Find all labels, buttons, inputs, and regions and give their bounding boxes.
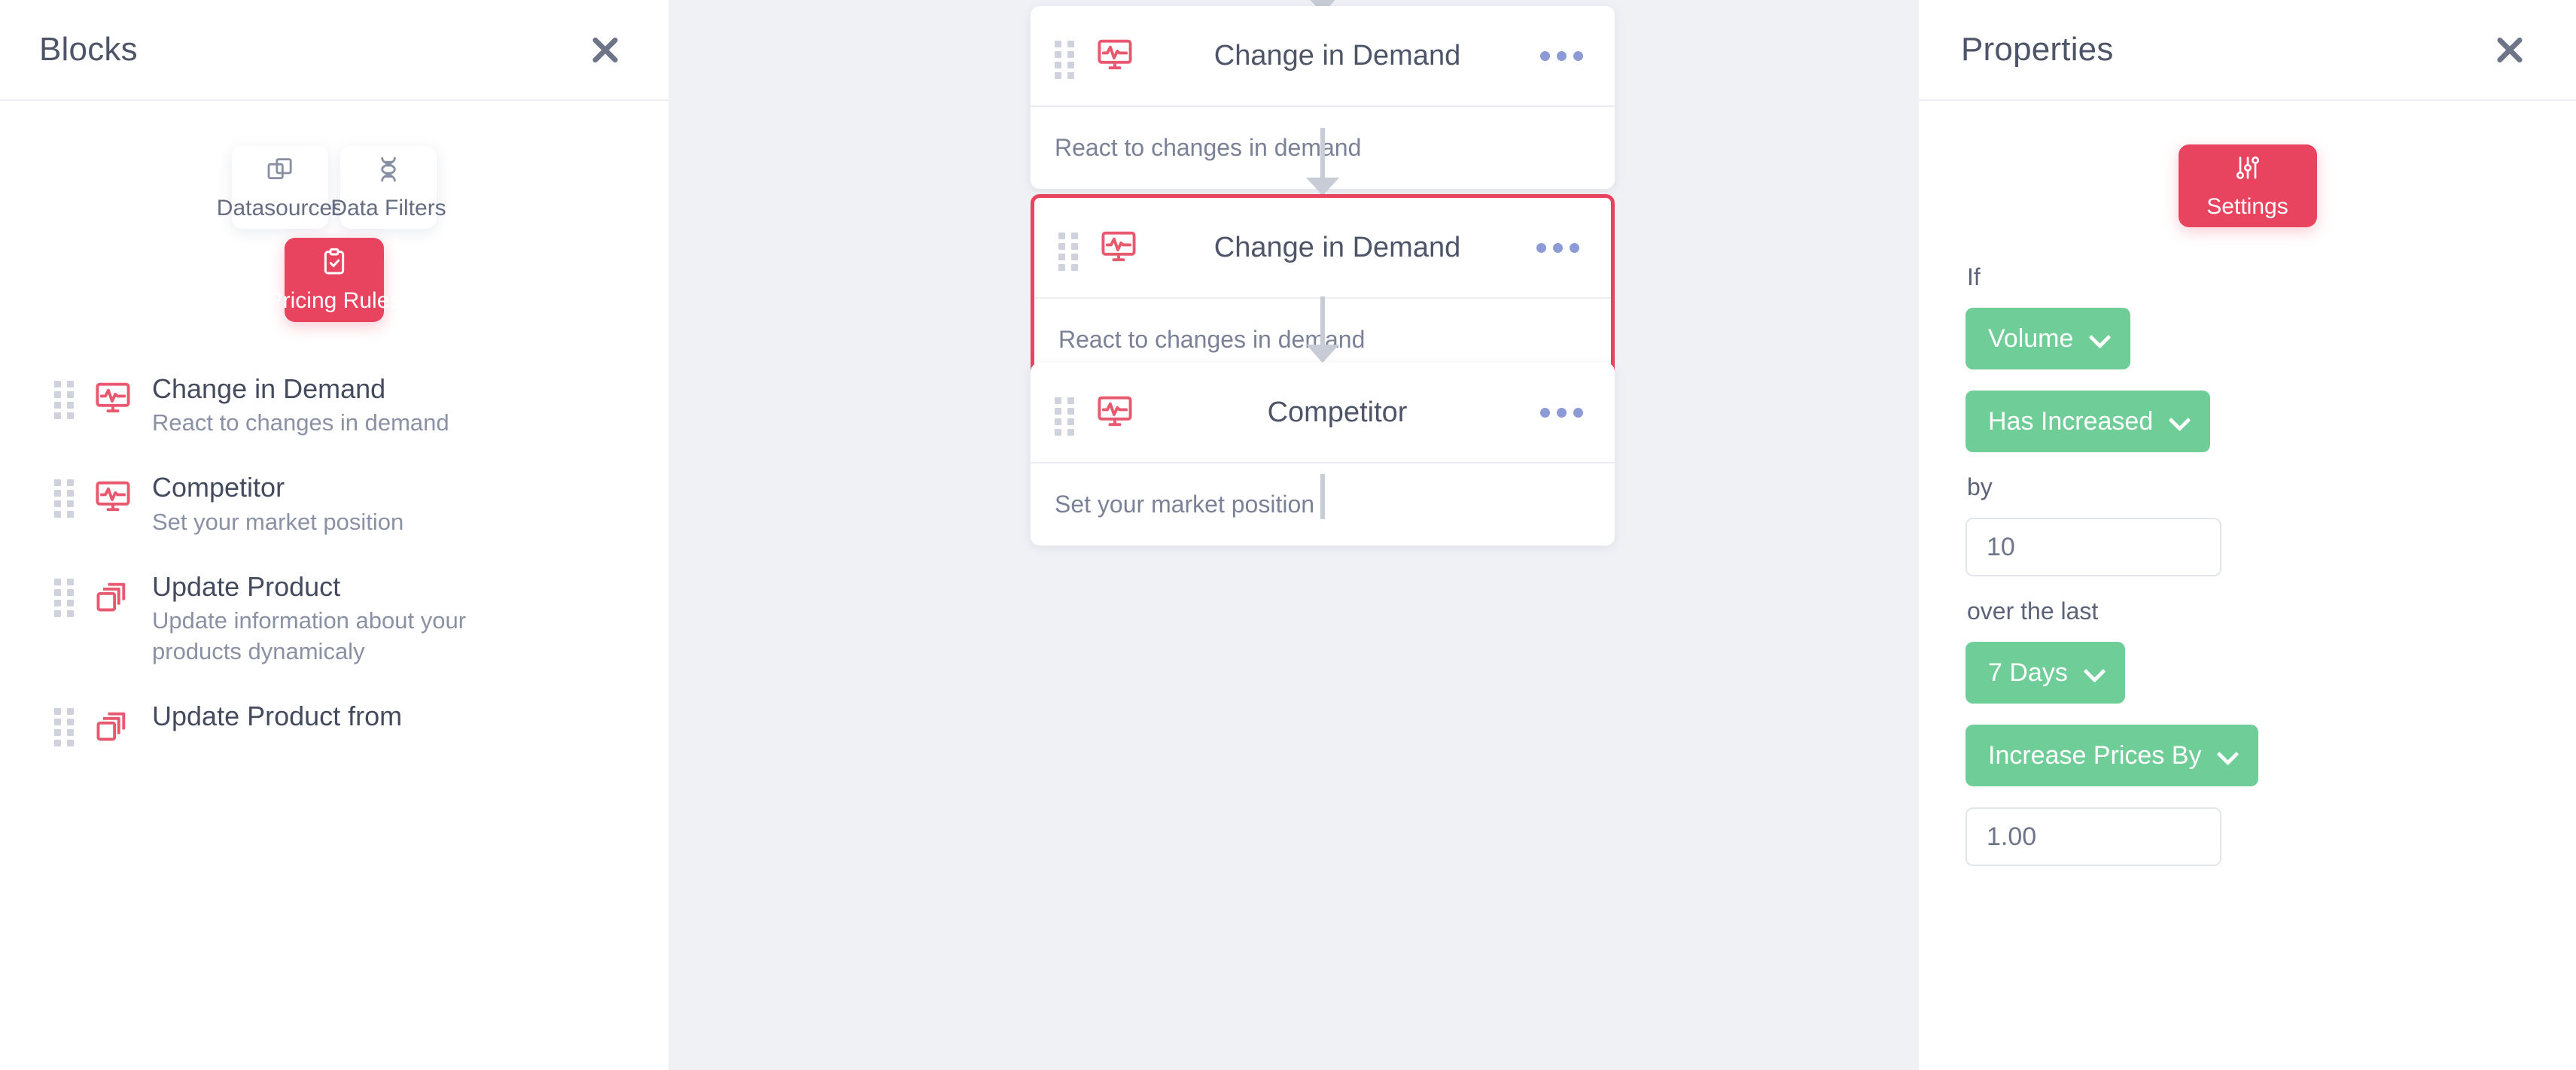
app-root: Blocks Datasources Data Filters Pricing … xyxy=(0,0,2576,1070)
flow-graph: Change in Demand React to changes in dem… xyxy=(668,0,1919,1070)
list-item-text: Update Product Update information about … xyxy=(152,571,536,667)
list-item-text: Change in Demand React to changes in dem… xyxy=(152,373,449,439)
drag-handle-icon[interactable] xyxy=(54,578,74,617)
kebab-menu-icon[interactable] xyxy=(1540,50,1583,61)
monitor-pulse-icon xyxy=(93,378,132,417)
tile-label: Datasources xyxy=(216,195,344,220)
drag-handle-icon[interactable] xyxy=(54,381,74,419)
condition-select-value: Has Increased xyxy=(1988,406,2154,436)
flow-node-description: Set your market position xyxy=(1055,491,1315,518)
block-type-tiles: Datasources Data Filters xyxy=(0,101,668,229)
blocks-list: Change in Demand React to changes in dem… xyxy=(0,322,668,761)
tile-datasources[interactable]: Datasources xyxy=(217,146,343,229)
connector-line-3 xyxy=(1320,474,1325,519)
flow-node-header: Competitor xyxy=(1031,363,1615,464)
drag-handle-icon[interactable] xyxy=(54,708,74,747)
amount-input[interactable]: 10 xyxy=(1965,518,2221,576)
arrowhead-icon xyxy=(1306,178,1339,196)
action-select-value: Increase Prices By xyxy=(1988,740,2202,770)
arrowhead-icon xyxy=(1306,345,1339,363)
stacked-cards-icon xyxy=(93,705,132,744)
list-item-title: Change in Demand xyxy=(152,373,386,404)
properties-title: Properties xyxy=(1961,31,2114,68)
close-icon[interactable] xyxy=(2490,30,2529,69)
settings-button[interactable]: Settings xyxy=(2178,144,2317,227)
condition-select[interactable]: Has Increased xyxy=(1965,391,2211,452)
monitor-pulse-icon xyxy=(1095,35,1134,78)
action-amount-input-value: 1.00 xyxy=(1987,822,2037,851)
metric-select-value: Volume xyxy=(1988,324,2074,353)
flow-node-title: Competitor xyxy=(1267,396,1408,428)
list-item[interactable]: Change in Demand React to changes in dem… xyxy=(0,357,668,455)
list-item[interactable]: Update Product from xyxy=(0,684,668,761)
period-select-value: 7 Days xyxy=(1988,658,2068,687)
blocks-panel: Blocks Datasources Data Filters Pricing … xyxy=(0,0,668,1070)
label-over-the-last: over the last xyxy=(1967,597,2099,625)
dna-helix-icon xyxy=(373,154,403,188)
properties-panel: Properties Settings If Volume Has Increa… xyxy=(1919,0,2576,1070)
drag-handle-icon[interactable] xyxy=(1055,397,1074,436)
list-item[interactable]: Update Product Update information about … xyxy=(0,555,668,684)
page-title: Blocks xyxy=(39,31,138,68)
list-item-subtitle: Update information about your products d… xyxy=(152,607,467,665)
close-icon[interactable] xyxy=(586,30,625,69)
blocks-panel-header: Blocks xyxy=(0,0,668,101)
action-select[interactable]: Increase Prices By xyxy=(1965,725,2259,786)
list-item-text: Update Product from xyxy=(152,701,402,732)
label-if: If xyxy=(1967,263,1981,290)
stacked-squares-icon xyxy=(265,154,295,188)
flow-canvas[interactable]: Change in Demand React to changes in dem… xyxy=(668,0,1919,1070)
label-by: by xyxy=(1967,473,1993,500)
kebab-menu-icon[interactable] xyxy=(1536,242,1579,253)
list-item-title: Competitor xyxy=(152,472,285,503)
flow-node-title: Change in Demand xyxy=(1213,231,1461,263)
tile-pricing-rules[interactable]: Pricing Rules xyxy=(268,238,400,322)
drag-handle-icon[interactable] xyxy=(1055,41,1074,79)
properties-panel-header: Properties xyxy=(1919,0,2576,101)
chevron-down-icon xyxy=(2218,746,2236,765)
settings-button-label: Settings xyxy=(2206,193,2288,219)
flow-node-description: React to changes in demand xyxy=(1055,134,1362,161)
tile-label: Data Filters xyxy=(330,195,446,220)
settings-button-wrap: Settings xyxy=(1919,101,2576,227)
list-item-title: Update Product from xyxy=(152,701,403,732)
flow-node-title: Change in Demand xyxy=(1213,39,1461,71)
monitor-pulse-icon xyxy=(1099,226,1138,269)
metric-select[interactable]: Volume xyxy=(1965,308,2131,369)
list-item-subtitle: Set your market position xyxy=(152,508,404,535)
tile-data-filters[interactable]: Data Filters xyxy=(330,146,446,229)
period-select[interactable]: 7 Days xyxy=(1965,642,2125,704)
chevron-down-icon xyxy=(2084,664,2103,682)
list-item[interactable]: Competitor Set your market position xyxy=(0,455,668,554)
sliders-icon xyxy=(2233,153,2263,187)
flow-node-header: Change in Demand xyxy=(1031,6,1615,107)
stacked-cards-icon xyxy=(93,576,132,615)
clipboard-check-icon xyxy=(319,247,349,281)
monitor-pulse-icon xyxy=(93,476,132,515)
flow-node-header: Change in Demand xyxy=(1034,198,1611,299)
monitor-pulse-icon xyxy=(1095,391,1134,434)
tile-label: Pricing Rules xyxy=(267,287,401,313)
block-type-tiles-row2: Pricing Rules xyxy=(0,229,668,322)
chevron-down-icon xyxy=(2170,412,2188,430)
action-amount-input[interactable]: 1.00 xyxy=(1965,807,2221,866)
list-item-title: Update Product xyxy=(152,570,341,602)
amount-input-value: 10 xyxy=(1987,532,2015,561)
list-item-subtitle: React to changes in demand xyxy=(152,409,449,436)
drag-handle-icon[interactable] xyxy=(1058,233,1078,271)
rule-form: If Volume Has Increased by 10 over the l… xyxy=(1919,227,2576,866)
drag-handle-icon[interactable] xyxy=(54,479,74,518)
chevron-down-icon xyxy=(2090,330,2108,348)
list-item-text: Competitor Set your market position xyxy=(152,472,403,537)
kebab-menu-icon[interactable] xyxy=(1540,407,1583,418)
